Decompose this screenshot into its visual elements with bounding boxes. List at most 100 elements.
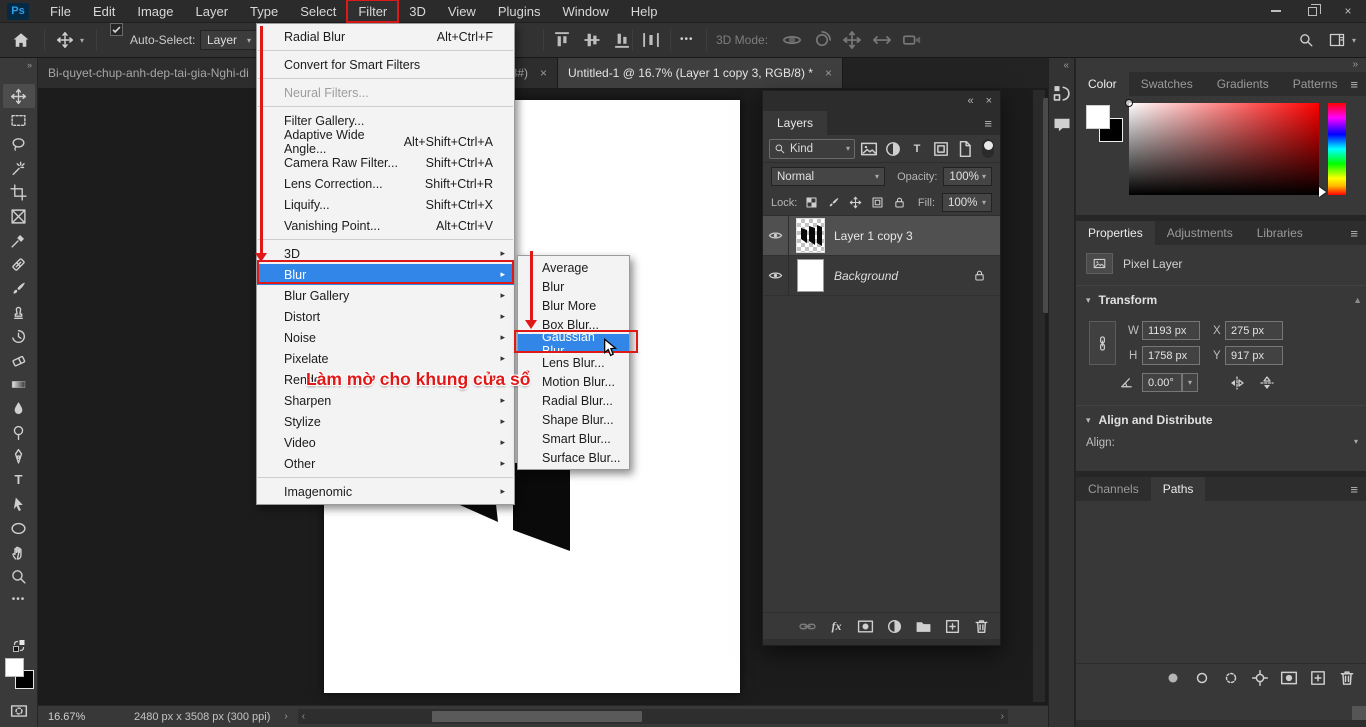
link-icon[interactable]	[799, 618, 816, 635]
vertical-scrollbar[interactable]	[1033, 90, 1045, 702]
lock-icon[interactable]	[892, 195, 907, 210]
layer-visibility-icon[interactable]	[763, 216, 789, 255]
menu-window[interactable]: Window	[551, 0, 619, 22]
panel-menu-icon[interactable]: ≡	[1350, 477, 1358, 501]
color-picker-marker[interactable]	[1125, 99, 1133, 107]
menu-help[interactable]: Help	[620, 0, 669, 22]
align-section-header[interactable]: ▾ Align and Distribute	[1086, 413, 1213, 427]
slide3d-icon[interactable]	[872, 30, 892, 50]
tab-properties[interactable]: Properties	[1076, 221, 1155, 245]
toolbar-collapse-icon[interactable]: »	[0, 58, 37, 72]
mask-icon[interactable]	[857, 618, 874, 635]
filter-menu-item-adaptive-wide-angle[interactable]: Adaptive Wide Angle...Alt+Shift+Ctrl+A	[257, 131, 514, 152]
move-tool[interactable]	[3, 84, 35, 108]
filter-menu-item-liquify[interactable]: Liquify...Shift+Ctrl+X	[257, 194, 514, 215]
blur-tool[interactable]	[3, 396, 35, 420]
eraser-tool[interactable]	[3, 348, 35, 372]
align-middle-icon[interactable]	[582, 30, 602, 50]
tab-patterns[interactable]: Patterns	[1281, 72, 1350, 96]
plus-square-icon[interactable]	[944, 618, 961, 635]
zoom-tool[interactable]	[3, 564, 35, 588]
scroll-left-icon[interactable]: ‹	[302, 709, 305, 724]
adjust-icon[interactable]	[886, 618, 903, 635]
filter-toggle-switch[interactable]	[982, 139, 994, 158]
panel-menu-icon[interactable]: ≡	[1350, 72, 1358, 96]
comment-icon[interactable]	[1052, 115, 1072, 135]
filter-menu-item-noise[interactable]: Noise▸	[257, 327, 514, 348]
tab-close-icon[interactable]: ×	[540, 66, 547, 80]
workspace-switcher-icon[interactable]	[1328, 23, 1346, 57]
blur-menu-item-smart-blur[interactable]: Smart Blur...	[518, 429, 629, 448]
gradient-tool[interactable]	[3, 372, 35, 396]
tab-libraries[interactable]: Libraries	[1245, 221, 1315, 245]
frame-sq-icon[interactable]	[870, 195, 885, 210]
zoom-level-field[interactable]: 16.67%	[48, 711, 106, 723]
fill-field[interactable]: 100% ▾	[942, 193, 992, 212]
layer-thumbnail[interactable]	[797, 219, 824, 252]
circle-dashed-icon[interactable]	[1222, 669, 1240, 687]
tab-adjustments[interactable]: Adjustments	[1155, 221, 1245, 245]
trash-icon[interactable]	[1338, 669, 1356, 687]
filter-menu-item-imagenomic[interactable]: Imagenomic▸	[257, 481, 514, 502]
collapse-panels-icon[interactable]: »	[1076, 58, 1366, 72]
saturation-brightness-field[interactable]	[1129, 103, 1319, 195]
layer-thumbnail[interactable]	[797, 259, 824, 292]
mask-icon[interactable]	[1280, 669, 1298, 687]
brush-icon[interactable]	[826, 195, 841, 210]
horizontal-scrollbar[interactable]: ‹ ›	[298, 709, 1008, 724]
home-button[interactable]	[12, 23, 30, 57]
filter-menu-item-blur-gallery[interactable]: Blur Gallery▸	[257, 285, 514, 306]
foreground-color-swatch[interactable]	[5, 658, 24, 677]
roll3d-icon[interactable]	[812, 30, 832, 50]
x-field[interactable]: 275 px	[1225, 321, 1283, 340]
scroll-up-icon[interactable]: ▲	[1353, 295, 1362, 305]
menu-image[interactable]: Image	[126, 0, 184, 22]
menu-file[interactable]: File	[39, 0, 82, 22]
frame-sq-icon[interactable]	[932, 140, 950, 158]
blur-menu-item-motion-blur[interactable]: Motion Blur...	[518, 372, 629, 391]
close-panel-icon[interactable]: ×	[986, 95, 992, 107]
menu-plugins[interactable]: Plugins	[487, 0, 552, 22]
close-button[interactable]: ×	[1330, 0, 1366, 22]
spot-healing-brush-tool[interactable]	[3, 252, 35, 276]
path-selection-tool[interactable]	[3, 492, 35, 516]
layer-row-background[interactable]: Background	[763, 256, 1000, 296]
foreground-color-swatch[interactable]	[1086, 105, 1110, 129]
tab-close-icon[interactable]: ×	[825, 66, 832, 80]
search-icon[interactable]	[1298, 23, 1315, 57]
resize-grip[interactable]	[1352, 706, 1366, 720]
pen-tool[interactable]	[3, 444, 35, 468]
orbit3d-icon[interactable]	[782, 30, 802, 50]
circle-outline-icon[interactable]	[1193, 669, 1211, 687]
align-top-icon[interactable]	[552, 30, 572, 50]
transform-section-header[interactable]: ▾ Transform	[1086, 293, 1157, 307]
eyedropper-tool[interactable]	[3, 228, 35, 252]
ellipse-tool[interactable]	[3, 516, 35, 540]
more-options-button[interactable]: •••	[680, 23, 694, 57]
flip-horizontal-icon[interactable]	[1228, 374, 1245, 391]
hue-slider-marker[interactable]	[1319, 187, 1326, 197]
menu-select[interactable]: Select	[289, 0, 347, 22]
edit-toolbar[interactable]: •••	[3, 588, 35, 612]
brush-tool[interactable]	[3, 276, 35, 300]
blur-menu-item-average[interactable]: Average	[518, 258, 629, 277]
y-field[interactable]: 917 px	[1225, 346, 1283, 365]
scroll-right-icon[interactable]: ›	[1001, 709, 1004, 724]
height-field[interactable]: 1758 px	[1142, 346, 1200, 365]
filter-menu-item-camera-raw-filter[interactable]: Camera Raw Filter...Shift+Ctrl+A	[257, 152, 514, 173]
move-icon[interactable]	[842, 30, 862, 50]
tab-paths[interactable]: Paths	[1151, 477, 1206, 501]
filter-menu-item-vanishing-point[interactable]: Vanishing Point...Alt+Ctrl+V	[257, 215, 514, 236]
minimize-button[interactable]	[1258, 0, 1294, 22]
adjust-icon[interactable]	[884, 140, 902, 158]
blur-menu-item-blur-more[interactable]: Blur More	[518, 296, 629, 315]
tab-layers[interactable]: Layers	[763, 111, 827, 135]
circle-filled-icon[interactable]	[1164, 669, 1182, 687]
folder-icon[interactable]	[915, 618, 932, 635]
rotation-angle-field[interactable]: 0.00°	[1142, 373, 1182, 392]
blur-menu-item-surface-blur[interactable]: Surface Blur...	[518, 448, 629, 467]
swap-colors-icon[interactable]	[10, 638, 28, 654]
distribute-icon[interactable]	[641, 30, 661, 50]
move-icon[interactable]	[848, 195, 863, 210]
crop-tool[interactable]	[3, 180, 35, 204]
